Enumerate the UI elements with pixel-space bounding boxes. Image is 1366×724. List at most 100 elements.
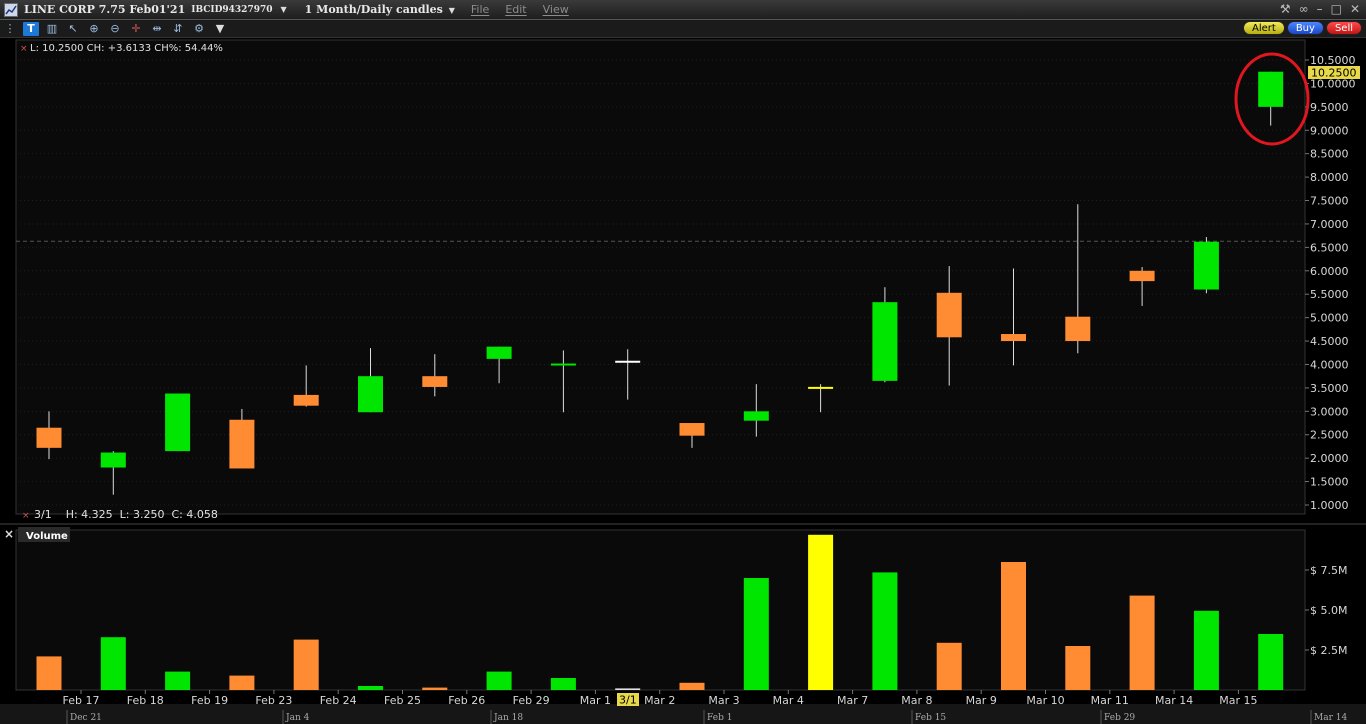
candle-body bbox=[743, 411, 769, 421]
last-price-tag: 10.2500 bbox=[1311, 67, 1357, 80]
y-tick-label: 9.0000 bbox=[1310, 124, 1349, 137]
close-cursor-readout-icon[interactable]: × bbox=[22, 511, 30, 521]
candle-body bbox=[615, 360, 641, 363]
link-icon[interactable]: ∞ bbox=[1299, 2, 1309, 16]
volume-label: Volume bbox=[26, 531, 68, 542]
chart-background bbox=[0, 39, 1366, 724]
close-icon[interactable]: ✕ bbox=[1350, 2, 1360, 16]
readout-top: L: 10.2500 CH: +3.6133 CH%: 54.44% bbox=[30, 43, 223, 54]
volume-panel-header: × Volume bbox=[4, 527, 70, 542]
y-tick-label: 5.5000 bbox=[1310, 288, 1349, 301]
contract-dropdown-icon[interactable]: ▼ bbox=[281, 5, 287, 14]
y-tick-label: 2.0000 bbox=[1310, 452, 1349, 465]
settings-wrench-icon[interactable]: ⚙ bbox=[191, 22, 207, 36]
x-tick-label: Mar 4 bbox=[773, 694, 804, 707]
navigator-label: Feb 29 bbox=[1104, 713, 1135, 723]
volume-bar bbox=[615, 688, 641, 690]
volume-bar bbox=[1065, 646, 1091, 690]
menu-view[interactable]: View bbox=[543, 3, 569, 16]
pan-icon[interactable]: ⇵ bbox=[170, 22, 186, 36]
close-volume-icon[interactable]: × bbox=[4, 527, 14, 541]
menu-edit[interactable]: Edit bbox=[505, 3, 526, 16]
volume-bar bbox=[165, 671, 191, 690]
x-tick-label: Mar 1 bbox=[580, 694, 611, 707]
volume-bar bbox=[872, 572, 898, 690]
period-label: 1 Month/Daily candles bbox=[304, 3, 443, 16]
y-tick-label: 6.0000 bbox=[1310, 265, 1349, 278]
text-tool-icon[interactable]: T bbox=[23, 21, 39, 36]
menu-icon[interactable]: ⋮ bbox=[2, 22, 18, 36]
candle-body bbox=[936, 292, 962, 338]
y-tick-label: 8.0000 bbox=[1310, 171, 1349, 184]
contract-id: IBCID94327970 bbox=[191, 4, 273, 15]
candle-body bbox=[422, 376, 448, 387]
candle-body bbox=[1001, 334, 1026, 342]
navigator-label: Feb 15 bbox=[915, 713, 946, 723]
candle-body bbox=[1258, 71, 1284, 107]
chart-app-icon bbox=[4, 2, 18, 17]
candle bbox=[165, 393, 191, 452]
x-tick-label: Mar 14 bbox=[1155, 694, 1193, 707]
candle-body bbox=[872, 302, 898, 381]
cursor-icon[interactable]: ↖ bbox=[65, 22, 81, 36]
candle-body bbox=[100, 452, 126, 468]
sell-button[interactable]: Sell bbox=[1325, 21, 1362, 35]
y-tick-label: 6.5000 bbox=[1310, 241, 1349, 254]
price-tag: 10.2500 bbox=[1308, 66, 1360, 80]
alert-button[interactable]: Alert bbox=[1243, 21, 1285, 35]
x-tick-label: Feb 19 bbox=[191, 694, 228, 707]
title-bar: LINE CORP 7.75 Feb01'21 IBCID94327970 ▼ … bbox=[0, 0, 1366, 20]
price-chart[interactable]: 10.500010.00009.50009.00008.50008.00007.… bbox=[0, 38, 1366, 724]
volume-tick-label: $ 2.5M bbox=[1310, 644, 1347, 657]
x-tick-label: Mar 15 bbox=[1219, 694, 1257, 707]
bar-chart-icon[interactable]: ▥ bbox=[44, 22, 60, 36]
y-tick-label: 9.5000 bbox=[1310, 101, 1349, 114]
menu-file[interactable]: File bbox=[471, 3, 489, 16]
x-tick-label: Mar 8 bbox=[901, 694, 932, 707]
buy-button[interactable]: Buy bbox=[1286, 21, 1324, 35]
minimize-icon[interactable]: – bbox=[1317, 2, 1323, 16]
candle-body bbox=[293, 394, 319, 406]
time-navigator bbox=[0, 704, 1366, 724]
x-tick-label: Mar 3 bbox=[708, 694, 739, 707]
close-readout-icon[interactable]: × bbox=[20, 44, 28, 54]
x-tick-label: Mar 7 bbox=[837, 694, 868, 707]
navigator-label: Jan 4 bbox=[285, 713, 310, 723]
y-tick-label: 1.0000 bbox=[1310, 499, 1349, 512]
volume-bar bbox=[550, 678, 576, 690]
navigator-label: Feb 1 bbox=[707, 713, 732, 723]
volume-bar bbox=[293, 639, 319, 690]
chart-toolbar: ⋮ T ▥ ↖ ⊕ ⊖ ✛ ⇹ ⇵ ⚙ ▼ bbox=[0, 20, 1366, 38]
x-tick-label: Feb 17 bbox=[63, 694, 100, 707]
chevron-down-icon: ▼ bbox=[448, 5, 455, 15]
window-title: LINE CORP 7.75 Feb01'21 bbox=[24, 3, 186, 16]
volume-bar bbox=[679, 682, 705, 690]
y-tick-label: 8.5000 bbox=[1310, 148, 1349, 161]
period-selector[interactable]: 1 Month/Daily candles ▼ bbox=[305, 3, 455, 16]
x-tick-label: Feb 23 bbox=[255, 694, 292, 707]
zoom-out-icon[interactable]: ⊖ bbox=[107, 22, 123, 36]
window-controls: ⚒ ∞ – □ ✕ bbox=[1280, 2, 1360, 16]
scroll-icon[interactable]: ⇹ bbox=[149, 22, 165, 36]
volume-tick-label: $ 7.5M bbox=[1310, 564, 1347, 577]
candle-body bbox=[1129, 270, 1155, 282]
candle-body bbox=[679, 423, 705, 436]
candle-body bbox=[1065, 316, 1091, 342]
candle bbox=[1193, 237, 1219, 294]
wrench-icon[interactable]: ⚒ bbox=[1280, 2, 1291, 16]
y-tick-label: 7.5000 bbox=[1310, 195, 1349, 208]
volume-bar bbox=[1258, 634, 1284, 690]
volume-tick-label: $ 5.0M bbox=[1310, 604, 1347, 617]
crosshair-icon[interactable]: ✛ bbox=[128, 22, 144, 36]
price-panel bbox=[15, 39, 1306, 515]
zoom-in-icon[interactable]: ⊕ bbox=[86, 22, 102, 36]
x-tick-label: Mar 11 bbox=[1091, 694, 1129, 707]
maximize-icon[interactable]: □ bbox=[1331, 2, 1342, 16]
candle-body bbox=[358, 376, 383, 413]
more-dropdown-icon[interactable]: ▼ bbox=[212, 22, 228, 36]
y-tick-label: 4.0000 bbox=[1310, 358, 1349, 371]
candle-body bbox=[550, 363, 576, 366]
y-tick-label: 7.0000 bbox=[1310, 218, 1349, 231]
y-tick-label: 1.5000 bbox=[1310, 476, 1349, 489]
navigator-label: Jan 18 bbox=[493, 713, 523, 723]
